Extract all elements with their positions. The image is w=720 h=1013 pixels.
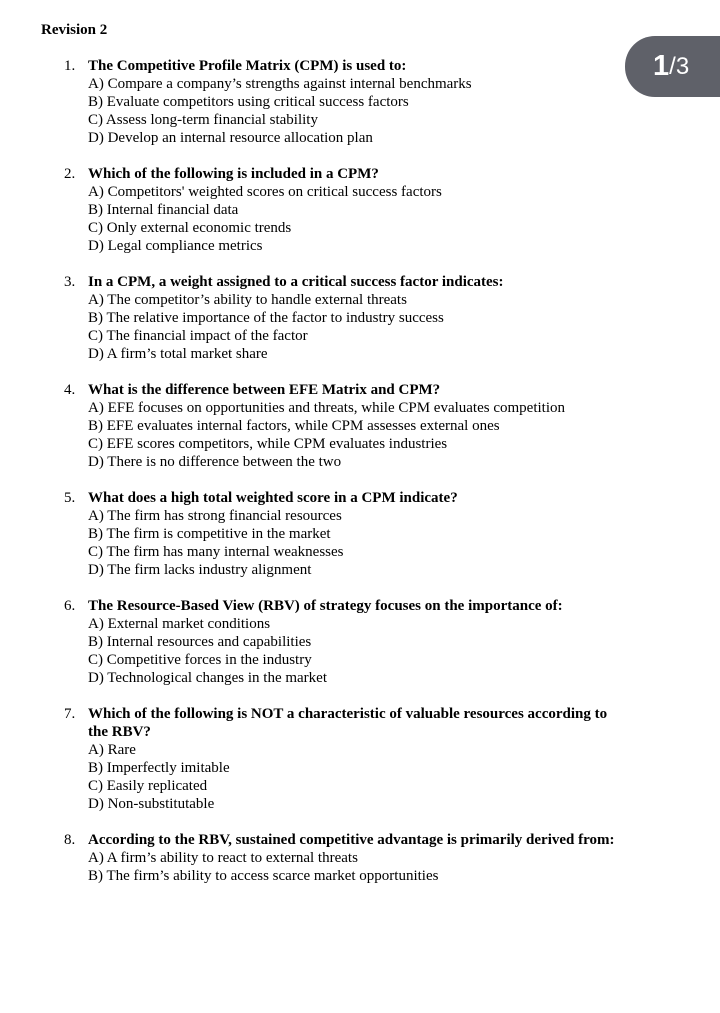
question-number: 8. <box>64 832 76 848</box>
answer-option: B) Internal financial data <box>88 202 239 218</box>
answer-option: B) EFE evaluates internal factors, while… <box>88 418 500 434</box>
question-text: What does a high total weighted score in… <box>88 490 458 506</box>
answer-option: C) EFE scores competitors, while CPM eva… <box>88 436 448 452</box>
question-item: 2. Which of the following is included in… <box>0 165 628 255</box>
answer-option: D) Non-substitutable <box>88 796 215 812</box>
question-text: Which of the following is included in a … <box>88 166 379 182</box>
answer-option: D) The firm lacks industry alignment <box>88 562 312 578</box>
answer-option: C) Competitive forces in the industry <box>88 652 312 668</box>
question-item: 5. What does a high total weighted score… <box>0 489 628 579</box>
question-number: 7. <box>64 706 76 722</box>
answer-option: C) The financial impact of the factor <box>88 328 308 344</box>
question-text: The Resource-Based View (RBV) of strateg… <box>88 598 563 614</box>
answer-option: B) The firm is competitive in the market <box>88 526 331 542</box>
question-item: 3. In a CPM, a weight assigned to a crit… <box>0 273 628 363</box>
question-text: The Competitive Profile Matrix (CPM) is … <box>88 58 407 74</box>
document-title: Revision 2 <box>41 22 108 38</box>
question-text: In a CPM, a weight assigned to a critica… <box>88 274 504 290</box>
answer-option: A) Competitors' weighted scores on criti… <box>88 184 442 200</box>
question-text: According to the RBV, sustained competit… <box>88 832 615 848</box>
answer-option: C) The firm has many internal weaknesses <box>88 544 344 560</box>
answer-option: A) EFE focuses on opportunities and thre… <box>88 400 565 416</box>
answer-option: A) A firm’s ability to react to external… <box>88 850 358 866</box>
answer-option: B) Evaluate competitors using critical s… <box>88 94 409 110</box>
answer-option: D) Legal compliance metrics <box>88 238 263 254</box>
question-item: 1. The Competitive Profile Matrix (CPM) … <box>0 57 628 147</box>
answer-option: D) A firm’s total market share <box>88 346 268 362</box>
question-item: 8. According to the RBV, sustained compe… <box>0 831 628 885</box>
question-list: 1. The Competitive Profile Matrix (CPM) … <box>0 57 720 903</box>
answer-option: B) The relative importance of the factor… <box>88 310 444 326</box>
question-number: 2. <box>64 166 76 182</box>
answer-option: C) Easily replicated <box>88 778 208 794</box>
answer-option: A) The competitor’s ability to handle ex… <box>88 292 407 308</box>
question-number: 5. <box>64 490 76 506</box>
answer-option: B) The firm’s ability to access scarce m… <box>88 868 439 884</box>
answer-option: B) Internal resources and capabilities <box>88 634 312 650</box>
question-text: Which of the following is NOT a characte… <box>88 706 608 740</box>
answer-option: C) Only external economic trends <box>88 220 292 236</box>
answer-option: A) Rare <box>88 742 136 758</box>
answer-option: C) Assess long-term financial stability <box>88 112 318 128</box>
answer-option: D) There is no difference between the tw… <box>88 454 342 470</box>
answer-option: A) The firm has strong financial resourc… <box>88 508 342 524</box>
answer-option: A) External market conditions <box>88 616 271 632</box>
question-number: 4. <box>64 382 76 398</box>
question-item: 4. What is the difference between EFE Ma… <box>0 381 628 471</box>
question-item: 7. Which of the following is NOT a chara… <box>0 705 628 813</box>
answer-option: A) Compare a company’s strengths against… <box>88 76 472 92</box>
question-number: 3. <box>64 274 76 290</box>
question-text: What is the difference between EFE Matri… <box>88 382 441 398</box>
answer-option: D) Develop an internal resource allocati… <box>88 130 373 146</box>
question-item: 6. The Resource-Based View (RBV) of stra… <box>0 597 628 687</box>
answer-option: B) Imperfectly imitable <box>88 760 230 776</box>
question-number: 1. <box>64 58 76 74</box>
answer-option: D) Technological changes in the market <box>88 670 328 686</box>
question-number: 6. <box>64 598 76 614</box>
